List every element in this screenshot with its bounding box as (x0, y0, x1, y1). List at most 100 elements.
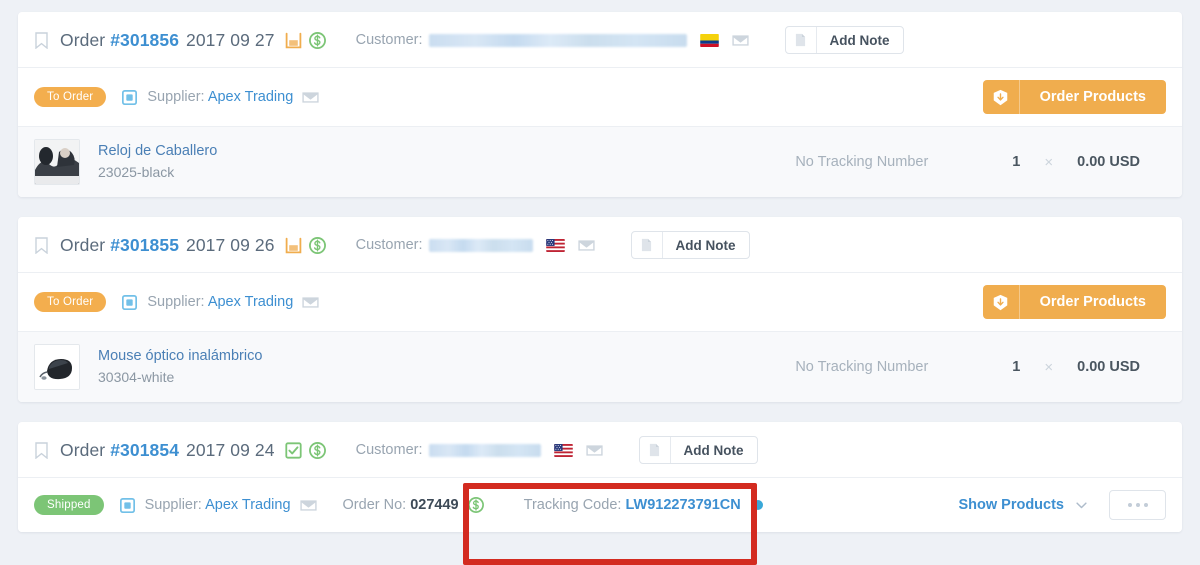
product-thumbnail[interactable] (34, 139, 80, 185)
supplier-text: Supplier: Apex Trading (145, 497, 291, 513)
order-products-button[interactable]: Order Products (982, 285, 1166, 319)
order-date: 2017 09 24 (186, 439, 275, 460)
envelope-icon[interactable] (302, 91, 319, 104)
document-icon (641, 238, 652, 252)
customer-label: Customer: (355, 442, 423, 458)
tray-icon[interactable] (285, 32, 302, 49)
customer-name-redacted (428, 33, 687, 47)
status-badge: To Order (34, 292, 107, 312)
ellipsis-dot (1143, 503, 1148, 507)
supplier-name[interactable]: Apex Trading (208, 294, 293, 310)
check-box-icon[interactable] (285, 442, 302, 459)
document-icon-wrap (632, 232, 663, 258)
supplier-icon[interactable] (120, 498, 135, 513)
product-price: 0.00 USD (1077, 154, 1140, 170)
tracking-status: No Tracking Number (795, 154, 929, 170)
supplier-name[interactable]: Apex Trading (205, 497, 290, 513)
order-products-label: Order Products (1039, 294, 1146, 310)
order-header: Order #301855 2017 09 26 Customer: Add N… (18, 217, 1182, 273)
product-thumbnail[interactable] (34, 344, 80, 390)
shipped-row: Shipped Supplier: Apex Trading Order No:… (18, 478, 1182, 532)
dollar-circle-icon[interactable] (468, 497, 484, 513)
product-name[interactable]: Reloj de Caballero (98, 141, 217, 163)
supplier-icon[interactable] (122, 90, 137, 105)
ship-package-icon-wrap (983, 80, 1020, 114)
usa-flag-icon (554, 444, 573, 457)
product-name[interactable]: Mouse óptico inalámbrico (98, 346, 262, 368)
supplier-name[interactable]: Apex Trading (208, 89, 293, 105)
multiply-icon: × (1044, 358, 1054, 376)
order-number[interactable]: #301855 (110, 235, 179, 255)
add-note-label: Add Note (829, 32, 890, 48)
blue-dot-icon (752, 500, 763, 511)
dollar-circle-icon[interactable] (309, 442, 326, 459)
order-header: Order #301854 2017 09 24 Customer: Add N… (18, 422, 1182, 478)
orders-list: Order #301856 2017 09 27 Customer: Add N… (0, 0, 1200, 532)
customer-block: Customer: (356, 442, 603, 458)
add-note-button[interactable]: Add Note (630, 231, 750, 259)
product-info: Reloj de Caballero 23025-black (98, 141, 217, 184)
tracking-code-value[interactable]: LW912273791CN (625, 497, 740, 513)
usa-flag-icon (546, 239, 565, 252)
order-number[interactable]: #301856 (110, 30, 179, 50)
supplier-text: Supplier: Apex Trading (147, 89, 293, 105)
tracking-status: No Tracking Number (795, 359, 929, 375)
add-note-button[interactable]: Add Note (638, 436, 758, 464)
order-card: Order #301856 2017 09 27 Customer: Add N… (18, 12, 1182, 197)
supplier-label: Supplier: (147, 89, 205, 105)
envelope-icon[interactable] (302, 296, 319, 309)
dollar-circle-icon[interactable] (309, 237, 326, 254)
tracking-code-field: Tracking Code: LW912273791CN (524, 497, 763, 513)
product-quantity: 1 (1012, 154, 1021, 170)
order-title: Order #301854 2017 09 24 (60, 440, 275, 461)
order-no-field: Order No: 027449 (343, 497, 459, 513)
envelope-icon[interactable] (578, 239, 595, 252)
show-products-button[interactable]: Show Products (958, 497, 1064, 513)
envelope-icon[interactable] (586, 444, 603, 457)
order-status-icons (285, 442, 326, 459)
order-title: Order #301856 2017 09 27 (60, 30, 275, 51)
customer-block: Customer: (356, 32, 749, 48)
add-note-button[interactable]: Add Note (784, 26, 904, 54)
supplier-icon[interactable] (122, 295, 137, 310)
order-title-prefix: Order (60, 234, 106, 255)
ship-package-icon (993, 294, 1008, 311)
supplier-row: To Order Supplier: Apex Trading Order Pr… (18, 273, 1182, 331)
product-meta: No Tracking Number 1 × 0.00 USD (795, 154, 1166, 171)
order-products-button[interactable]: Order Products (982, 80, 1166, 114)
order-no-value: 027449 (410, 497, 459, 513)
add-note-label: Add Note (675, 237, 736, 253)
colombia-flag-icon (700, 34, 719, 47)
bookmark-icon[interactable] (34, 442, 49, 459)
bookmark-icon[interactable] (34, 32, 49, 49)
order-date: 2017 09 27 (186, 29, 275, 50)
more-actions-button[interactable] (1109, 490, 1166, 520)
supplier-text: Supplier: Apex Trading (147, 294, 293, 310)
order-title-prefix: Order (60, 439, 106, 460)
ship-package-icon (993, 89, 1008, 106)
envelope-icon[interactable] (300, 499, 317, 512)
dollar-circle-icon[interactable] (309, 32, 326, 49)
ellipsis-dot (1135, 503, 1140, 507)
document-icon-wrap (786, 27, 817, 53)
bookmark-icon[interactable] (34, 237, 49, 254)
document-icon-wrap (640, 437, 671, 463)
customer-label: Customer: (355, 32, 423, 48)
envelope-icon[interactable] (732, 34, 749, 47)
supplier-row: To Order Supplier: Apex Trading Order Pr… (18, 68, 1182, 126)
tray-icon[interactable] (285, 237, 302, 254)
order-header: Order #301856 2017 09 27 Customer: Add N… (18, 12, 1182, 68)
order-card: Order #301854 2017 09 24 Customer: Add N… (18, 422, 1182, 532)
customer-block: Customer: (356, 237, 595, 253)
order-status-icons (285, 237, 326, 254)
chevron-down-icon[interactable] (1076, 502, 1087, 509)
order-number[interactable]: #301854 (110, 440, 179, 460)
product-sku: 30304-white (98, 369, 175, 386)
multiply-icon: × (1044, 153, 1054, 171)
tracking-code-label: Tracking Code: (523, 497, 622, 513)
product-sku: 23025-black (98, 164, 175, 181)
status-badge: Shipped (34, 495, 104, 515)
add-note-label: Add Note (683, 442, 744, 458)
order-status-icons (285, 32, 326, 49)
status-badge: To Order (34, 87, 107, 107)
